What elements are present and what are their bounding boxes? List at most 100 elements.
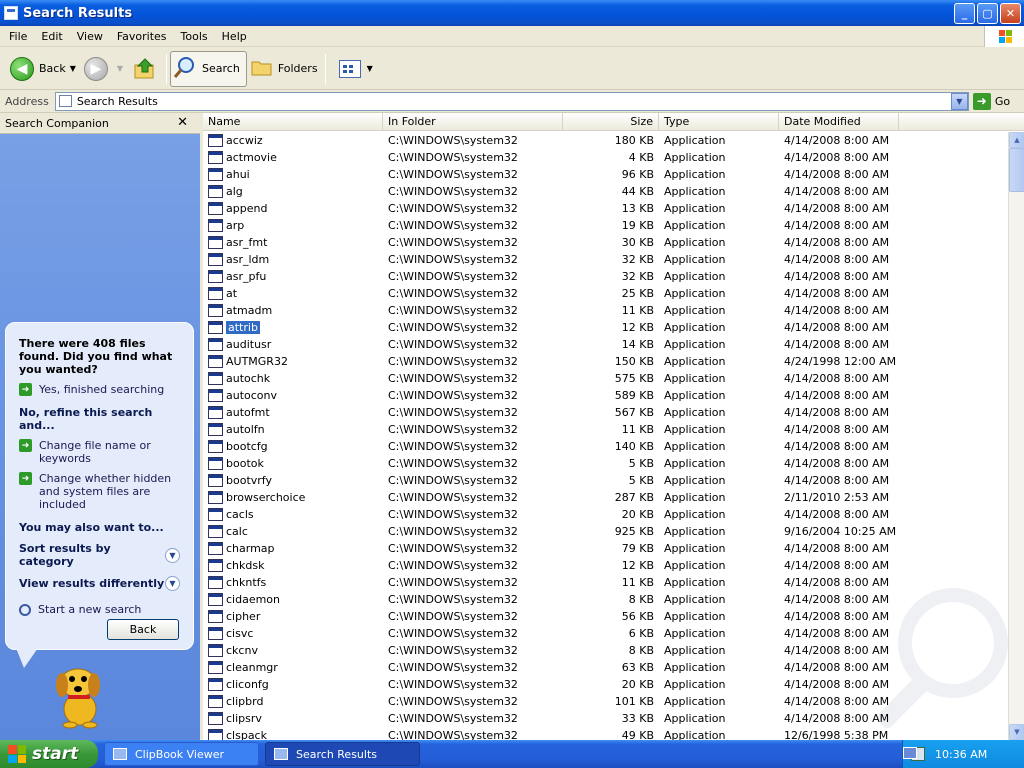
file-name-cell[interactable]: bootvrfy — [203, 474, 383, 487]
file-name-cell[interactable]: cipher — [203, 610, 383, 623]
search-dog-icon[interactable] — [48, 659, 112, 729]
file-name-cell[interactable]: cleanmgr — [203, 661, 383, 674]
folder-up-icon[interactable] — [133, 57, 157, 81]
file-name-cell[interactable]: clspack — [203, 729, 383, 740]
title-bar[interactable]: Search Results _ ▢ ✕ — [0, 0, 1024, 26]
file-name-cell[interactable]: chkntfs — [203, 576, 383, 589]
chevron-down-icon[interactable]: ▼ — [165, 547, 180, 563]
file-name-cell[interactable]: bootcfg — [203, 440, 383, 453]
file-name-cell[interactable]: charmap — [203, 542, 383, 555]
file-name-cell[interactable]: actmovie — [203, 151, 383, 164]
folders-button[interactable]: Folders — [247, 51, 322, 87]
column-name[interactable]: Name — [203, 113, 383, 130]
file-row[interactable]: atmadm C:\WINDOWS\system32 11 KB Applicatio… — [203, 302, 1008, 319]
file-row[interactable]: cleanmgr C:\WINDOWS\system32 63 KB Applicat… — [203, 659, 1008, 676]
column-size[interactable]: Size — [563, 113, 659, 130]
close-companion-icon[interactable]: ✕ — [177, 115, 188, 130]
file-row[interactable]: bootok C:\WINDOWS\system32 5 KB Application… — [203, 455, 1008, 472]
file-name-cell[interactable]: arp — [203, 219, 383, 232]
file-row[interactable]: alg C:\WINDOWS\system32 44 KB Application 4/… — [203, 183, 1008, 200]
file-name-cell[interactable]: atmadm — [203, 304, 383, 317]
change-name-link[interactable]: ➜ Change file name or keywords — [19, 439, 180, 465]
menu-favorites[interactable]: Favorites — [110, 30, 174, 43]
close-button[interactable]: ✕ — [1000, 3, 1021, 24]
scroll-down-button[interactable]: ▼ — [1009, 724, 1024, 740]
file-row[interactable]: cipher C:\WINDOWS\system32 56 KB Applicatio… — [203, 608, 1008, 625]
minimize-button[interactable]: _ — [954, 3, 975, 24]
yes-finished-link[interactable]: ➜ Yes, finished searching — [19, 383, 180, 396]
new-search-link[interactable]: Start a new search — [19, 603, 180, 616]
file-row[interactable]: ckcnv C:\WINDOWS\system32 8 KB Application 4… — [203, 642, 1008, 659]
file-name-cell[interactable]: bootok — [203, 457, 383, 470]
menu-tools[interactable]: Tools — [174, 30, 215, 43]
file-row[interactable]: AUTMGR32 C:\WINDOWS\system32 150 KB Applica… — [203, 353, 1008, 370]
menu-help[interactable]: Help — [215, 30, 254, 43]
file-name-cell[interactable]: clipsrv — [203, 712, 383, 725]
file-name-cell[interactable]: autoconv — [203, 389, 383, 402]
file-row[interactable]: cisvc C:\WINDOWS\system32 6 KB Application 4… — [203, 625, 1008, 642]
file-name-cell[interactable]: at — [203, 287, 383, 300]
menu-view[interactable]: View — [70, 30, 110, 43]
taskbar-item-clipbook[interactable]: ClipBook Viewer — [104, 742, 259, 766]
scroll-up-button[interactable]: ▲ — [1009, 132, 1024, 148]
file-row[interactable]: ahui C:\WINDOWS\system32 96 KB Application 4… — [203, 166, 1008, 183]
file-name-cell[interactable]: accwiz — [203, 134, 383, 147]
file-name-cell[interactable]: browserchoice — [203, 491, 383, 504]
file-row[interactable]: asr_pfu C:\WINDOWS\system32 32 KB Applicati… — [203, 268, 1008, 285]
go-arrow-icon[interactable]: ➜ — [972, 92, 991, 110]
clock[interactable]: 10:36 AM — [935, 748, 987, 761]
taskbar-item-search-results[interactable]: Search Results — [265, 742, 420, 766]
file-row[interactable]: cacls C:\WINDOWS\system32 20 KB Application… — [203, 506, 1008, 523]
change-hidden-link[interactable]: ➜ Change whether hidden and system files… — [19, 472, 180, 511]
address-dropdown-icon[interactable]: ▼ — [950, 92, 968, 110]
start-button[interactable]: start — [0, 740, 98, 768]
file-name-cell[interactable]: AUTMGR32 — [203, 355, 383, 368]
file-name-cell[interactable]: autofmt — [203, 406, 383, 419]
vertical-scrollbar[interactable]: ▲ ▼ — [1008, 132, 1024, 740]
file-row[interactable]: cliconfg C:\WINDOWS\system32 20 KB Applicat… — [203, 676, 1008, 693]
file-name-cell[interactable]: cidaemon — [203, 593, 383, 606]
file-row[interactable]: append C:\WINDOWS\system32 13 KB Applicatio… — [203, 200, 1008, 217]
file-name-cell[interactable]: autochk — [203, 372, 383, 385]
menu-edit[interactable]: Edit — [34, 30, 69, 43]
file-name-cell[interactable]: cliconfg — [203, 678, 383, 691]
file-name-cell[interactable]: ahui — [203, 168, 383, 181]
file-row[interactable]: arp C:\WINDOWS\system32 19 KB Application 4/… — [203, 217, 1008, 234]
scroll-thumb[interactable] — [1009, 148, 1024, 192]
menu-file[interactable]: File — [2, 30, 34, 43]
file-name-cell[interactable]: clipbrd — [203, 695, 383, 708]
file-row[interactable]: clipsrv C:\WINDOWS\system32 33 KB Applicati… — [203, 710, 1008, 727]
file-name-cell[interactable]: calc — [203, 525, 383, 538]
file-name-cell[interactable]: cisvc — [203, 627, 383, 640]
file-row[interactable]: actmovie C:\WINDOWS\system32 4 KB Applicati… — [203, 149, 1008, 166]
file-row[interactable]: clspack C:\WINDOWS\system32 49 KB Applicati… — [203, 727, 1008, 740]
views-button[interactable]: ▼ — [329, 51, 377, 87]
file-row[interactable]: autochk C:\WINDOWS\system32 575 KB Applicat… — [203, 370, 1008, 387]
file-name-cell[interactable]: asr_ldm — [203, 253, 383, 266]
file-row[interactable]: attrib C:\WINDOWS\system32 12 KB Applicatio… — [203, 319, 1008, 336]
file-row[interactable]: autofmt C:\WINDOWS\system32 567 KB Applicat… — [203, 404, 1008, 421]
column-in-folder[interactable]: In Folder — [383, 113, 563, 130]
go-button[interactable]: Go — [995, 95, 1010, 108]
file-row[interactable]: chkdsk C:\WINDOWS\system32 12 KB Applicatio… — [203, 557, 1008, 574]
forward-button[interactable]: ▶ ▼ — [80, 51, 127, 87]
file-row[interactable]: asr_ldm C:\WINDOWS\system32 32 KB Applicati… — [203, 251, 1008, 268]
file-row[interactable]: clipbrd C:\WINDOWS\system32 101 KB Applicat… — [203, 693, 1008, 710]
column-date-modified[interactable]: Date Modified — [779, 113, 899, 130]
keyboard-icon[interactable] — [903, 747, 917, 759]
file-row[interactable]: bootcfg C:\WINDOWS\system32 140 KB Applicat… — [203, 438, 1008, 455]
file-row[interactable]: charmap C:\WINDOWS\system32 79 KB Applicati… — [203, 540, 1008, 557]
file-row[interactable]: asr_fmt C:\WINDOWS\system32 30 KB Applicati… — [203, 234, 1008, 251]
file-row[interactable]: accwiz C:\WINDOWS\system32 180 KB Applicati… — [203, 132, 1008, 149]
file-name-cell[interactable]: autolfn — [203, 423, 383, 436]
file-row[interactable]: auditusr C:\WINDOWS\system32 14 KB Applicat… — [203, 336, 1008, 353]
chevron-down-icon[interactable]: ▼ — [165, 576, 180, 591]
file-name-cell[interactable]: attrib — [203, 321, 383, 334]
file-row[interactable]: chkntfs C:\WINDOWS\system32 11 KB Applicati… — [203, 574, 1008, 591]
back-dropdown-icon[interactable]: ▼ — [70, 64, 76, 73]
file-name-cell[interactable]: cacls — [203, 508, 383, 521]
file-name-cell[interactable]: asr_pfu — [203, 270, 383, 283]
file-row[interactable]: autolfn C:\WINDOWS\system32 11 KB Applicati… — [203, 421, 1008, 438]
file-name-cell[interactable]: auditusr — [203, 338, 383, 351]
file-name-cell[interactable]: append — [203, 202, 383, 215]
